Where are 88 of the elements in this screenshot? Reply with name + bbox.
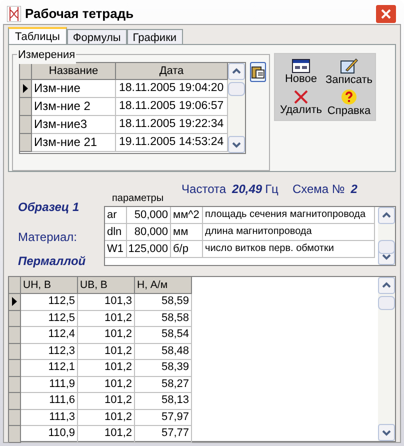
scroll-thumb[interactable] bbox=[228, 82, 245, 96]
action-button[interactable]: Новое bbox=[277, 56, 325, 87]
column-header[interactable]: Дата bbox=[116, 63, 228, 80]
table-cell[interactable]: 57,97 bbox=[135, 410, 192, 426]
table-cell[interactable]: 101,2 bbox=[78, 327, 135, 344]
tab[interactable]: Таблицы bbox=[8, 27, 67, 44]
scroll-down-icon[interactable] bbox=[228, 136, 245, 153]
scrollbar[interactable] bbox=[378, 277, 395, 441]
paste-button[interactable] bbox=[250, 62, 266, 82]
table-cell[interactable]: длина магнитопровода bbox=[203, 224, 375, 241]
table-cell[interactable]: 111,6 bbox=[21, 393, 78, 410]
table-cell[interactable]: 58,27 bbox=[135, 376, 192, 393]
table-cell[interactable]: 50,000 bbox=[127, 207, 171, 224]
table-cell[interactable]: 112,5 bbox=[21, 294, 78, 310]
scrollbar[interactable] bbox=[228, 63, 245, 153]
current-row-icon bbox=[23, 84, 28, 93]
app-icon bbox=[7, 6, 21, 22]
table-cell[interactable]: 112,3 bbox=[21, 344, 78, 360]
table-cell[interactable]: б/р bbox=[171, 241, 203, 258]
current-row-icon bbox=[12, 297, 17, 306]
frequency-label: Частота bbox=[182, 181, 226, 198]
scroll-thumb[interactable] bbox=[378, 240, 395, 254]
table-cell[interactable]: 58,54 bbox=[135, 327, 192, 344]
table-cell[interactable]: 58,58 bbox=[135, 310, 192, 327]
table-cell[interactable]: ar bbox=[105, 207, 127, 224]
table-cell[interactable]: Изм-ние 21 bbox=[32, 134, 116, 152]
table-cell[interactable]: 110,9 bbox=[21, 426, 78, 442]
tab[interactable]: Графики bbox=[126, 29, 183, 44]
table-cell[interactable]: 101,2 bbox=[78, 376, 135, 393]
table-cell[interactable]: dln bbox=[105, 224, 127, 241]
column-header[interactable]: UB, В bbox=[78, 277, 135, 294]
frequency-unit: Гц bbox=[265, 181, 278, 198]
table-cell[interactable]: 58,48 bbox=[135, 344, 192, 360]
table-cell[interactable]: Изм-ние3 bbox=[32, 116, 116, 134]
column-header[interactable]: H, А/м bbox=[135, 277, 192, 294]
scheme-label: Схема № bbox=[292, 181, 345, 198]
group-label: Измерения bbox=[17, 47, 76, 64]
table-cell[interactable]: 58,13 bbox=[135, 393, 192, 410]
sample-title: Образец 1 bbox=[18, 199, 80, 216]
column-header[interactable]: Название bbox=[32, 63, 116, 80]
scrollbar[interactable] bbox=[378, 207, 395, 265]
column-header[interactable]: UH, В bbox=[21, 277, 78, 294]
table-cell[interactable]: 101,2 bbox=[78, 426, 135, 442]
frequency-value: 20,49 bbox=[232, 181, 262, 198]
question-icon bbox=[341, 88, 357, 104]
close-icon bbox=[381, 8, 391, 18]
scroll-down-icon[interactable] bbox=[378, 424, 395, 441]
table-cell[interactable]: 111,3 bbox=[21, 410, 78, 426]
table-cell[interactable]: 111,9 bbox=[21, 376, 78, 393]
table-cell[interactable]: 58,39 bbox=[135, 360, 192, 376]
scroll-up-icon[interactable] bbox=[378, 277, 395, 294]
table-cell[interactable]: 101,2 bbox=[78, 410, 135, 426]
pencil-notepad-icon bbox=[340, 58, 358, 74]
table-cell[interactable]: 112,4 bbox=[21, 327, 78, 344]
scroll-up-icon[interactable] bbox=[378, 207, 395, 224]
params-label: параметры bbox=[112, 192, 164, 206]
table-cell[interactable]: площадь сечения магнитопровода bbox=[203, 207, 375, 224]
table-cell[interactable]: Изм-ние 2 bbox=[32, 98, 116, 116]
table-cell[interactable]: 101,2 bbox=[78, 344, 135, 360]
table-cell[interactable]: 58,59 bbox=[135, 294, 192, 310]
table-cell[interactable]: 80,000 bbox=[127, 224, 171, 241]
table-cell[interactable]: W1 bbox=[105, 241, 127, 258]
scheme-value: 2 bbox=[350, 181, 358, 198]
action-button[interactable]: Записать bbox=[325, 56, 373, 87]
table-cell[interactable]: 101,2 bbox=[78, 393, 135, 410]
scroll-thumb[interactable] bbox=[378, 296, 395, 310]
table-cell[interactable]: мм^2 bbox=[171, 207, 203, 224]
table-cell[interactable]: число витков перв. обмотки bbox=[203, 241, 375, 258]
table-cell[interactable]: 101,3 bbox=[78, 294, 135, 310]
table-cell[interactable]: мм bbox=[171, 224, 203, 241]
table-cell[interactable]: 101,2 bbox=[78, 310, 135, 327]
window-icon bbox=[292, 58, 310, 72]
scroll-up-icon[interactable] bbox=[228, 63, 245, 80]
tab[interactable]: Формулы bbox=[66, 29, 127, 44]
table-cell[interactable]: 57,77 bbox=[135, 426, 192, 442]
table-cell[interactable]: Изм-ние bbox=[32, 80, 116, 98]
window-title: Рабочая тетрадь bbox=[25, 4, 134, 23]
table-cell[interactable]: 101,2 bbox=[78, 360, 135, 376]
clipboard-icon bbox=[251, 65, 265, 79]
cross-icon bbox=[293, 90, 309, 104]
table-cell[interactable]: 112,5 bbox=[21, 310, 78, 327]
action-button[interactable]: Удалить bbox=[277, 87, 325, 118]
table-cell[interactable]: 112,1 bbox=[21, 360, 78, 376]
action-button[interactable]: Справка bbox=[325, 87, 373, 118]
material-label: Материал: bbox=[18, 229, 78, 246]
material-value: Пермаллой bbox=[18, 253, 87, 270]
table-cell[interactable]: 125,000 bbox=[127, 241, 171, 258]
close-button[interactable] bbox=[375, 4, 397, 24]
